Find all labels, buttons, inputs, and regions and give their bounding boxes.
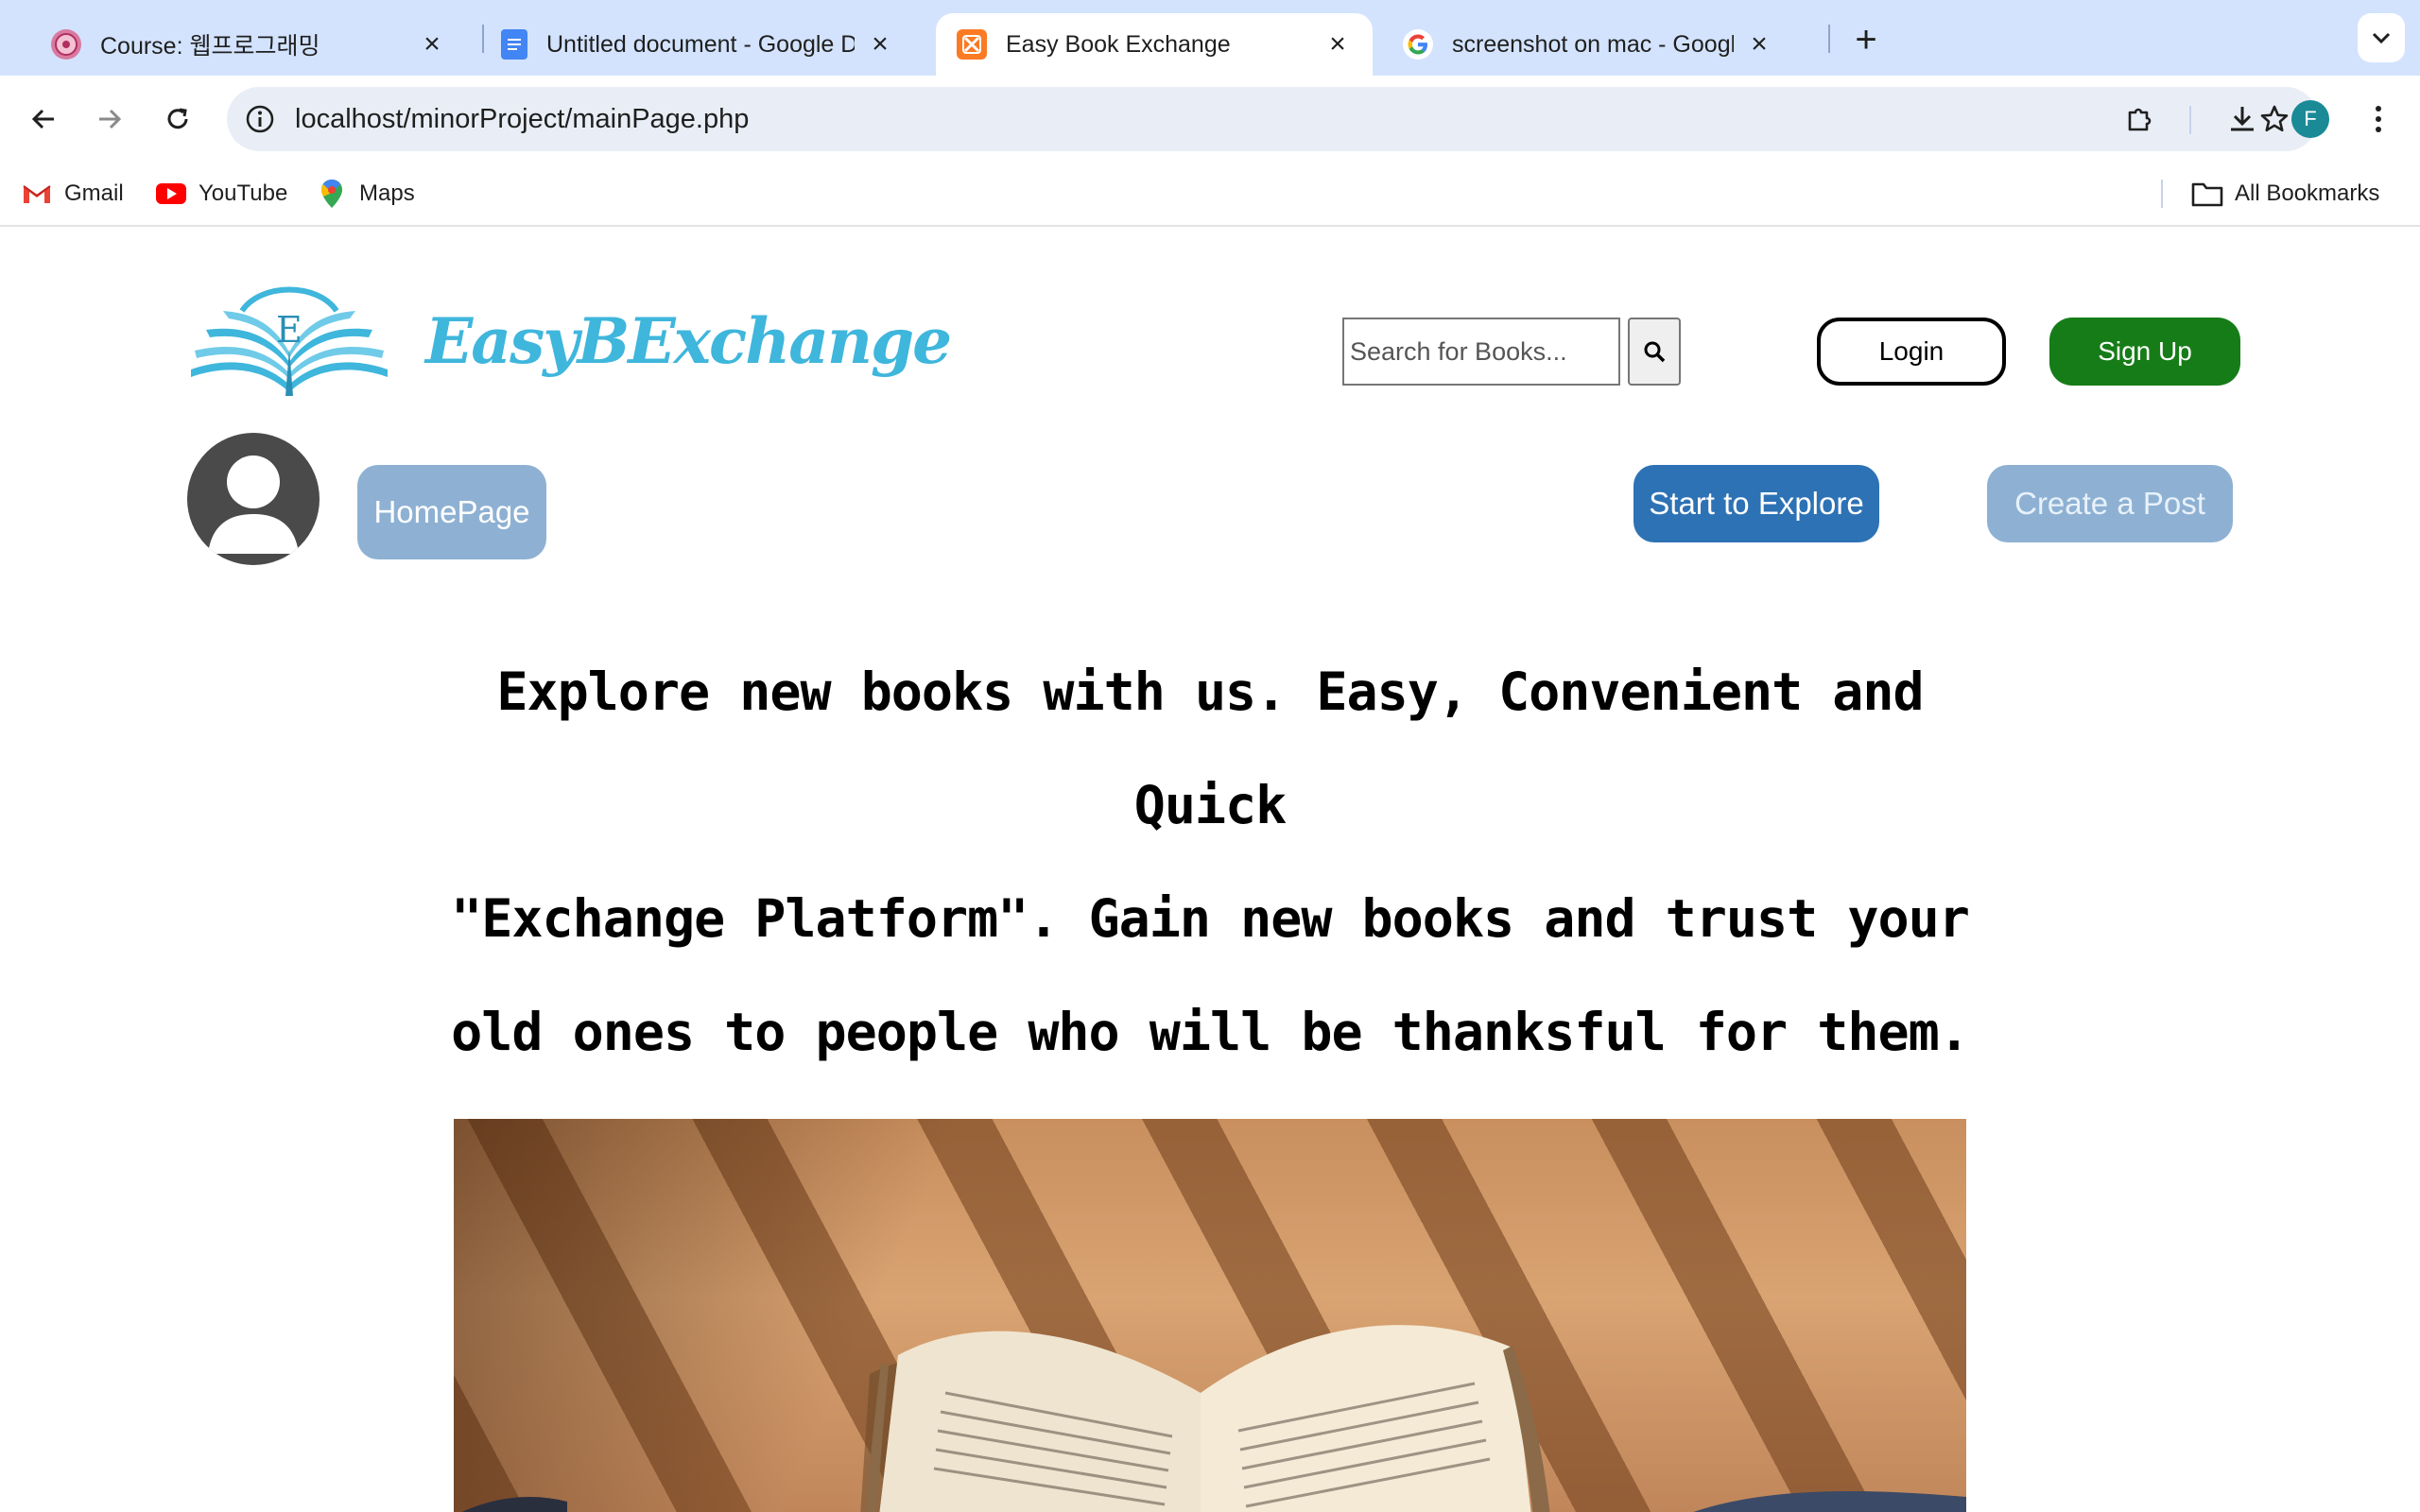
gmail-icon <box>21 180 53 208</box>
chevron-down-icon <box>2372 32 2391 44</box>
new-tab-button[interactable]: + <box>1845 19 1887 60</box>
start-to-explore-button[interactable]: Start to Explore <box>1634 465 1879 542</box>
search-icon <box>1644 341 1666 363</box>
menu-button[interactable] <box>2354 94 2403 144</box>
arrow-right-icon <box>99 109 122 129</box>
browser-toolbar: localhost/minorProject/mainPage.php F <box>0 76 2420 163</box>
profile-avatar[interactable]: F <box>2291 100 2329 138</box>
toolbar-divider <box>2189 106 2191 134</box>
tab-title: Course: 웹프로그래밍 <box>100 33 320 60</box>
tab-docs[interactable]: Untitled document - Google D × <box>480 13 915 76</box>
reload-icon <box>167 108 188 129</box>
close-icon[interactable]: × <box>1322 28 1354 60</box>
bookmarks-bar: Gmail YouTube Maps All Bookmarks <box>0 163 2420 227</box>
reload-button[interactable] <box>153 94 202 144</box>
youtube-icon <box>155 180 187 208</box>
tab-title: Easy Book Exchange <box>1006 30 1231 58</box>
bookmark-label: Maps <box>359 180 415 206</box>
close-icon[interactable]: × <box>1743 28 1775 60</box>
intro-line: "Exchange Platform". Gain new books and … <box>451 888 1970 949</box>
downloads-button[interactable] <box>2218 94 2267 144</box>
site-info-icon[interactable] <box>244 103 276 135</box>
tab-title: screenshot on mac - Google S <box>1452 30 1734 58</box>
user-icon <box>208 455 299 554</box>
user-avatar[interactable] <box>187 433 320 565</box>
sign-up-button[interactable]: Sign Up <box>2049 318 2240 386</box>
xampp-icon <box>957 29 987 60</box>
close-icon[interactable]: × <box>864 28 896 60</box>
back-button[interactable] <box>19 94 68 144</box>
download-icon <box>2231 107 2254 131</box>
folder-icon <box>2191 180 2223 208</box>
tab-strip: Course: 웹프로그래밍 × Untitled document - Goo… <box>0 0 2420 76</box>
logo-wordmark: EasyBExchange <box>425 304 952 378</box>
course-icon <box>51 29 81 60</box>
all-bookmarks[interactable]: All Bookmarks <box>2191 163 2379 225</box>
arrow-left-icon <box>31 109 54 129</box>
site-logo[interactable]: E EasyBExchange <box>185 271 952 411</box>
tab-easy-book-exchange[interactable]: Easy Book Exchange × <box>936 13 1373 76</box>
page-content: E EasyBExchange Login Sign Up HomePage S… <box>0 229 2420 1512</box>
logo-letter: E <box>276 309 302 351</box>
bookmarks-divider <box>2161 180 2163 208</box>
extensions-button[interactable] <box>2116 94 2165 144</box>
forward-button[interactable] <box>85 94 134 144</box>
book-search-input[interactable] <box>1342 318 1620 386</box>
bookmark-youtube[interactable]: YouTube <box>155 163 287 225</box>
close-icon[interactable]: × <box>416 28 448 60</box>
url-text[interactable]: localhost/minorProject/mainPage.php <box>295 87 749 151</box>
search-button[interactable] <box>1628 318 1681 386</box>
puzzle-icon <box>2128 108 2152 131</box>
create-post-button[interactable]: Create a Post <box>1987 465 2233 542</box>
bookmark-label: Gmail <box>64 180 124 206</box>
open-book-photo <box>461 1325 1966 1512</box>
all-bookmarks-label: All Bookmarks <box>2235 180 2380 206</box>
docs-icon <box>501 29 527 60</box>
tab-course[interactable]: Course: 웹프로그래밍 × <box>30 13 467 76</box>
tab-search-button[interactable] <box>2358 13 2405 62</box>
more-vert-icon <box>2376 106 2381 132</box>
bookmark-label: YouTube <box>199 180 288 206</box>
intro-text: Explore new books with us. Easy, Conveni… <box>416 635 2004 1202</box>
bookmark-gmail[interactable]: Gmail <box>21 163 124 225</box>
homepage-button[interactable]: HomePage <box>357 465 546 559</box>
hero-image-open-book <box>454 1119 1966 1512</box>
tab-separator <box>1828 25 1830 53</box>
intro-line: Explore new books with us. Easy, Conveni… <box>496 662 1924 835</box>
bookmark-maps[interactable]: Maps <box>316 163 415 225</box>
tab-google-search[interactable]: screenshot on mac - Google S × <box>1382 13 1794 76</box>
google-icon <box>1403 29 1433 60</box>
maps-icon <box>316 180 348 208</box>
login-button[interactable]: Login <box>1817 318 2006 386</box>
tab-title: Untitled document - Google D <box>546 30 855 58</box>
address-bar[interactable]: localhost/minorProject/mainPage.php <box>227 87 2318 151</box>
intro-line: old ones to people who will be thanksful… <box>451 1002 1970 1062</box>
